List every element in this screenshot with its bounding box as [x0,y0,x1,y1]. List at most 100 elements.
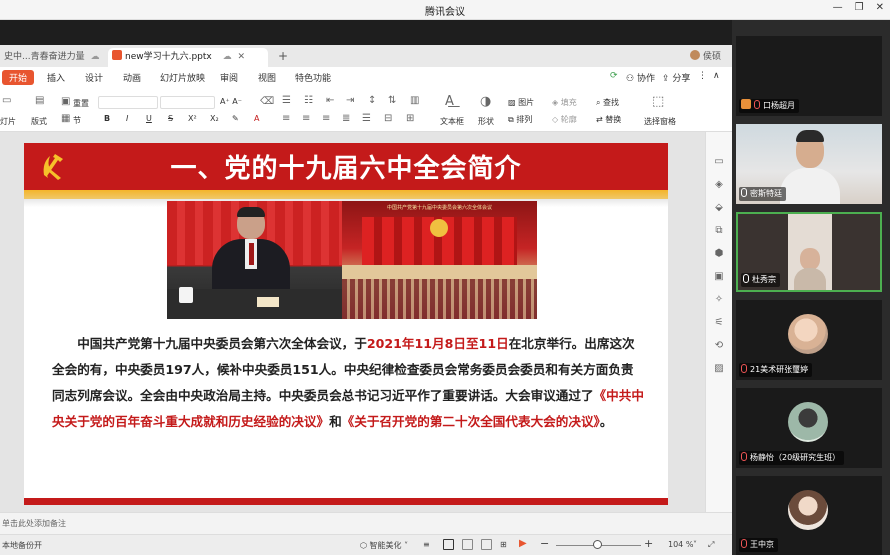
italic-icon[interactable]: I [126,114,128,123]
zoom-out-button[interactable]: − [540,537,549,550]
outline-button[interactable]: ◇ 轮廓 [552,114,577,125]
copy-panel-icon[interactable]: ⧉ [713,225,725,237]
arrange-button[interactable]: ⧉ 排列 [508,114,532,125]
normal-view-icon[interactable] [443,539,454,550]
fit-window-icon[interactable]: ⤢ [708,540,714,550]
textbox-label[interactable]: 文本框 [440,116,464,127]
selection-pane-icon[interactable]: ⬚ [652,94,664,109]
layout-label[interactable]: 版式 [31,116,47,127]
history-panel-icon[interactable]: ⟲ [713,340,725,352]
image-panel-icon[interactable]: ▨ [713,363,725,375]
menu-insert[interactable]: 插入 [47,71,65,84]
highlight-icon[interactable]: ✎ [232,114,239,123]
align-right-icon[interactable]: ≡ [322,113,330,124]
more-icon[interactable]: ⋮ [698,71,707,81]
menu-view[interactable]: 视图 [258,71,276,84]
user-profile[interactable]: 侯硕 [686,48,721,67]
sync-icon[interactable]: ⟳ [610,71,618,81]
picture-button[interactable]: ▨ 图片 [508,97,534,108]
align-center-icon[interactable]: ≡ [302,113,310,124]
menu-slideshow[interactable]: 幻灯片放映 [160,71,205,84]
selection-pane-label[interactable]: 选择窗格 [644,116,676,127]
numbered-list-icon[interactable]: ☷ [304,95,313,106]
indent-icon[interactable]: ⇥ [346,95,354,106]
subscript-icon[interactable]: X₂ [210,114,219,123]
backup-status[interactable]: 本地备份开 [2,540,42,551]
underline-icon[interactable]: U [146,114,152,123]
zoom-in-button[interactable]: + [644,537,653,550]
font-grow-icon[interactable]: A⁺ A⁻ [220,97,242,106]
current-slide[interactable]: 一、党的十九届六中全会简介 中国共产党第十九届中央委员会第六次全体会议 中国共产… [24,143,668,505]
collaborate-button[interactable]: ⚇ 协作 [626,71,655,84]
reset-icon[interactable]: ▣ [61,96,70,107]
menu-design[interactable]: 设计 [85,71,103,84]
settings-panel-icon[interactable]: ⬢ [713,248,725,260]
close-button[interactable]: ✕ [876,2,884,13]
participant-tile[interactable]: 王中京 [736,476,882,555]
participant-tile[interactable]: 密斯特廷 [736,124,882,204]
participant-tile-active[interactable]: 杜秀宗 [736,212,882,292]
zoom-level[interactable]: 104 % [668,540,693,549]
participant-tile[interactable]: 21美术研张璽婷 [736,300,882,380]
maximize-button[interactable]: ❐ [855,2,864,13]
layers-panel-icon[interactable]: ▣ [713,271,725,283]
font-color-icon[interactable]: A [254,114,259,123]
find-button[interactable]: ⌕ 查找 [596,97,619,108]
participant-tile[interactable]: 杨静怡（20级研究生班） [736,388,882,468]
sorter-view-icon[interactable] [462,539,473,550]
menu-features[interactable]: 特色功能 [295,71,331,84]
font-size-combo[interactable] [160,96,215,109]
zoom-slider-handle[interactable] [593,540,602,549]
strikethrough-icon[interactable]: S [168,114,173,123]
text-direction-icon[interactable]: ⇅ [388,95,396,106]
shape-label[interactable]: 形状 [478,116,494,127]
document-tabbar: 史中...青春奋进力量 ☁ new学习十九六.pptx ☁ ✕ + 侯硕 [0,45,732,67]
play-slideshow-icon[interactable]: ▶ [519,538,527,549]
adjust-panel-icon[interactable]: ⚟ [713,317,725,329]
superscript-icon[interactable]: X² [188,114,197,123]
bullet-list-icon[interactable]: ☰ [282,95,291,106]
outdent-icon[interactable]: ⇤ [326,95,334,106]
notes-toggle-icon[interactable]: ≡ [423,540,430,549]
new-slide-icon[interactable]: ▭ [2,95,11,106]
beautify-button[interactable]: ⬡ 智能美化 ˅ [360,540,408,551]
section-label[interactable]: 节 [73,115,81,126]
minimize-button[interactable]: — [833,2,843,13]
presenter-icon[interactable]: ⊞ [500,540,507,549]
line-spacing-icon[interactable]: ↕ [368,95,376,106]
share-button[interactable]: ⇪ 分享 [662,71,690,84]
fill-panel-icon[interactable]: ⬙ [713,202,725,214]
tab-document-2[interactable]: new学习十九六.pptx ☁ ✕ [108,48,268,67]
layout-icon[interactable]: ▤ [35,95,44,106]
new-tab-button[interactable]: + [274,48,288,67]
section-icon[interactable]: ▦ [61,113,70,124]
font-name-combo[interactable] [98,96,158,109]
close-tab-icon[interactable]: ✕ [238,52,246,62]
align-left-icon[interactable]: ≡ [282,113,290,124]
notes-placeholder[interactable]: 单击此处添加备注 [2,518,66,529]
tab-document-1[interactable]: 史中...青春奋进力量 ☁ [0,48,108,67]
textbox-icon[interactable]: A͟ [445,94,454,109]
distribute-icon[interactable]: ☰ [362,113,371,124]
smart-art-icon[interactable]: ⊞ [406,113,414,124]
columns-icon[interactable]: ▥ [410,95,419,106]
reading-view-icon[interactable] [481,539,492,550]
slides-panel-icon[interactable]: ▭ [713,156,725,168]
notes-pane[interactable]: 单击此处添加备注 [0,512,732,534]
shape-icon[interactable]: ◑ [480,94,491,109]
reset-label[interactable]: 重置 [73,98,89,109]
text-align-icon[interactable]: ⊟ [384,113,392,124]
bold-icon[interactable]: B [104,114,110,123]
justify-icon[interactable]: ≣ [342,113,350,124]
clear-format-icon[interactable]: ⌫ [260,96,274,107]
participant-tile[interactable]: 口杨超月 [736,36,882,116]
collapse-ribbon-icon[interactable]: ∧ [713,71,720,81]
fill-button[interactable]: ◈ 填充 [552,97,577,108]
menu-home[interactable]: 开始 [2,70,35,85]
menu-animation[interactable]: 动画 [123,71,141,84]
shapes-panel-icon[interactable]: ◈ [713,179,725,191]
zoom-menu-chevron-icon[interactable]: ˅ [693,540,697,549]
menu-review[interactable]: 审阅 [220,71,238,84]
pin-panel-icon[interactable]: ✧ [713,294,725,306]
replace-button[interactable]: ⇄ 替换 [596,114,621,125]
